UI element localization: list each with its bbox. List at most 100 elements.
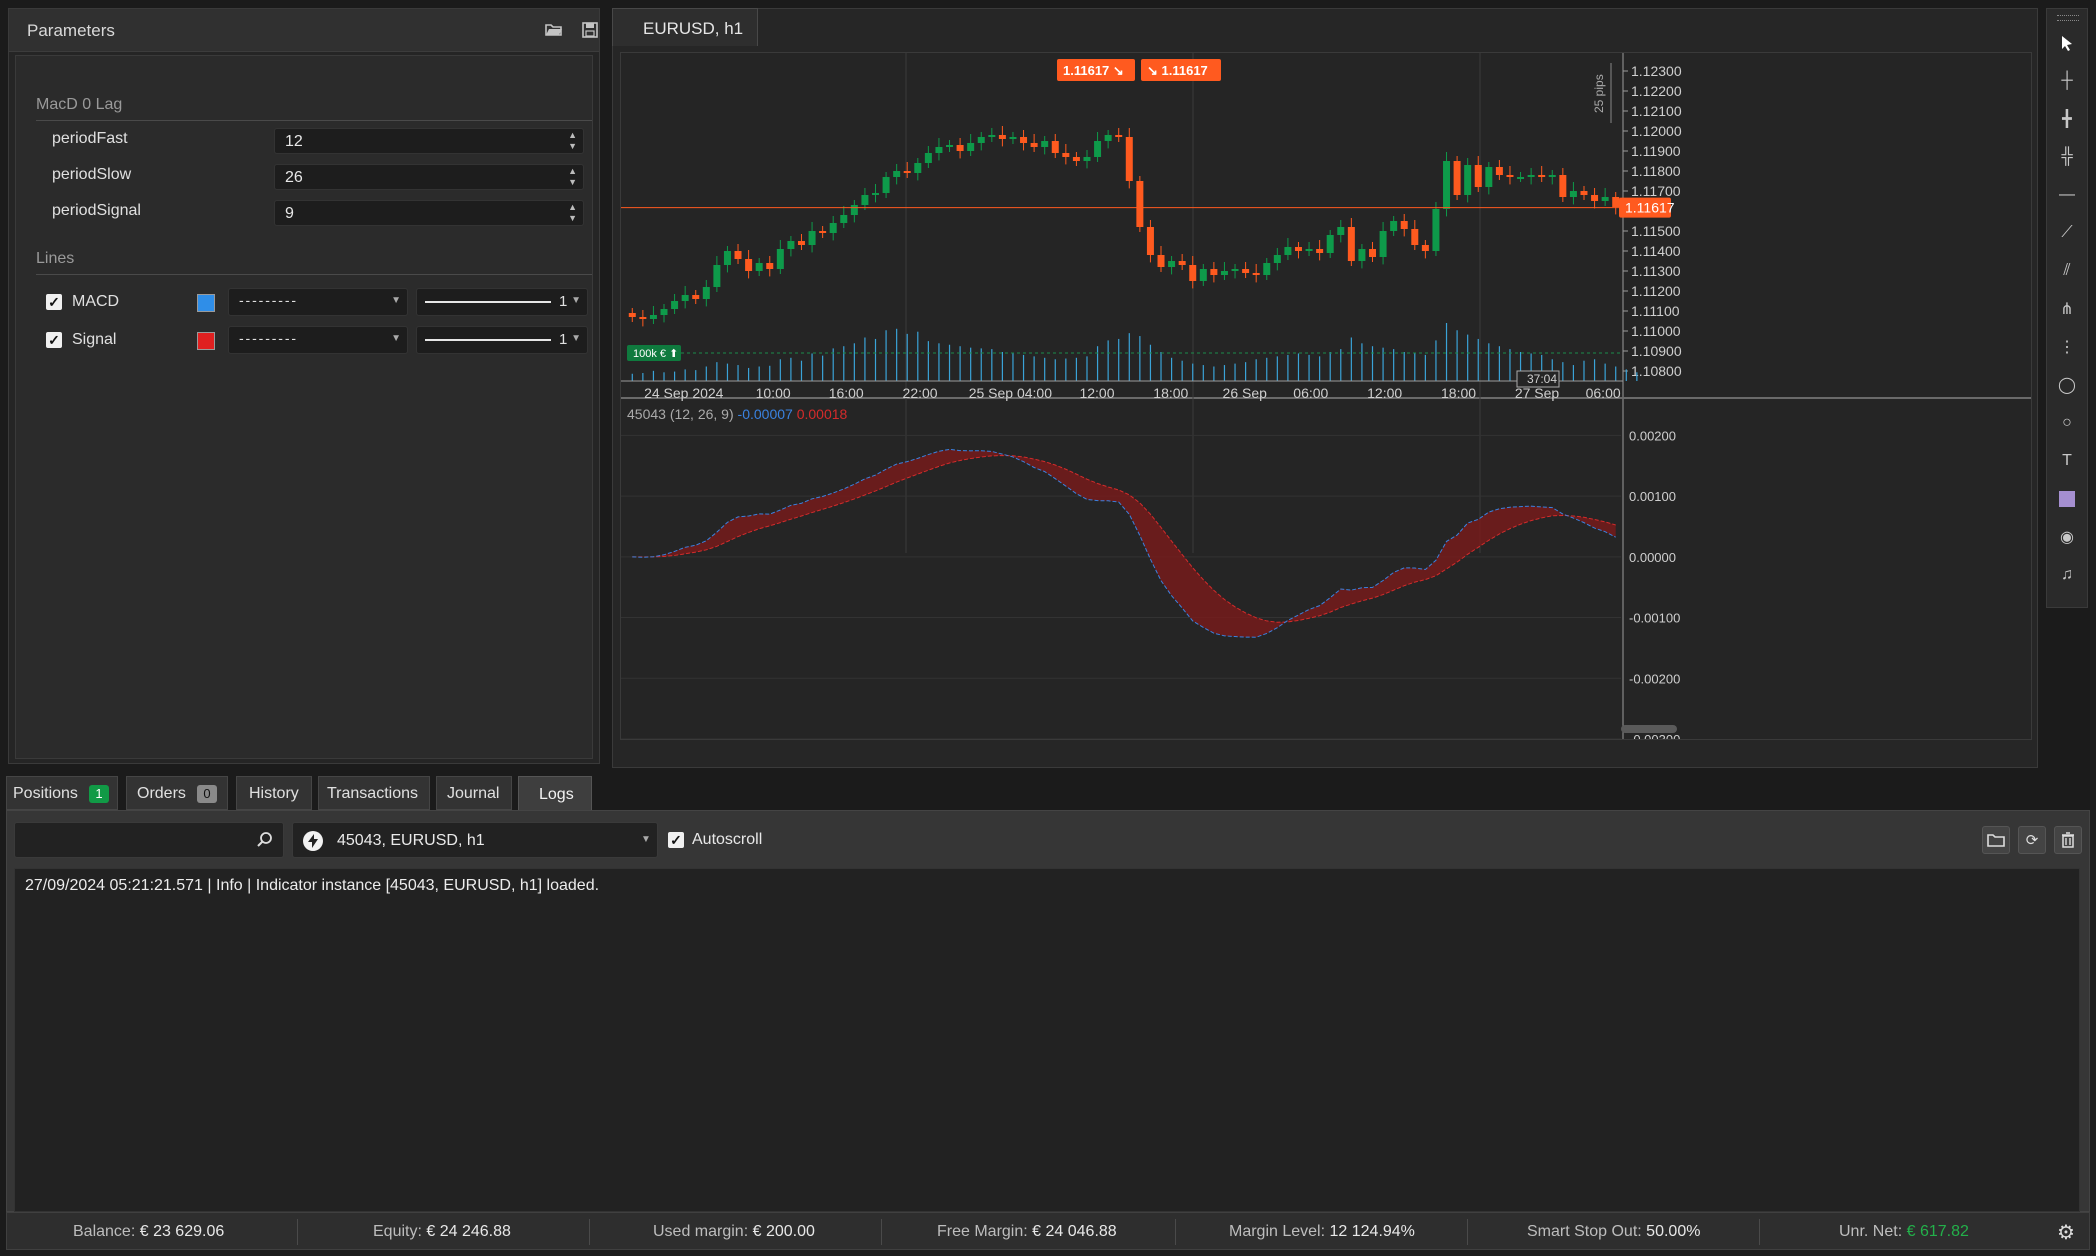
- log-source-select[interactable]: 45043, EURUSD, h1 ▼: [292, 822, 658, 858]
- spinner-arrows-icon[interactable]: ▲ ▼: [568, 166, 577, 188]
- ellipse-icon[interactable]: ◯: [2053, 371, 2081, 399]
- horizontal-line-icon[interactable]: —: [2053, 181, 2081, 209]
- tab-transactions[interactable]: Transactions: [318, 776, 430, 810]
- measure-icon[interactable]: ╬: [2053, 143, 2081, 171]
- macd-thickness-dropdown[interactable]: 1 ▼: [416, 288, 588, 316]
- candle-body: [1030, 143, 1038, 147]
- time-tick-label: 12:00: [1367, 385, 1402, 401]
- tab-history[interactable]: History: [236, 776, 312, 810]
- cursor-icon[interactable]: [2053, 29, 2081, 57]
- candle-body: [1464, 165, 1472, 195]
- tab-logs[interactable]: Logs: [518, 776, 592, 812]
- spinner-arrows-icon[interactable]: ▲ ▼: [568, 202, 577, 224]
- candle-body: [1273, 255, 1281, 263]
- candle-body: [1369, 249, 1376, 257]
- status-free-margin: Free Margin: € 24 046.88: [937, 1223, 1117, 1240]
- macd-thickness-value: 1: [559, 293, 568, 310]
- pitchfork-icon[interactable]: ⋔: [2053, 295, 2081, 323]
- candle-body: [649, 315, 657, 319]
- candle-body: [1242, 269, 1250, 273]
- log-list: 27/09/2024 05:21:21.571 | Info | Indicat…: [14, 868, 2080, 1212]
- camera-icon[interactable]: ◉: [2053, 523, 2081, 551]
- circle-icon[interactable]: ○: [2053, 409, 2081, 437]
- candle-body: [639, 317, 647, 319]
- period-fast-input[interactable]: 12 ▲ ▼: [274, 128, 584, 154]
- log-entry: 27/09/2024 05:21:21.571 | Info | Indicat…: [25, 877, 600, 894]
- trash-icon[interactable]: [2054, 826, 2082, 854]
- chevron-down-icon: ▼: [571, 333, 581, 344]
- log-source-value: 45043, EURUSD, h1: [337, 832, 485, 849]
- search-icon[interactable]: [255, 830, 275, 850]
- macd-color-swatch[interactable]: [197, 294, 215, 312]
- macd-tick-label: -0.00300: [1629, 732, 1680, 739]
- candle-body: [967, 143, 975, 151]
- autoscroll-checkbox[interactable]: ✓: [668, 832, 684, 848]
- divider: [1467, 1219, 1468, 1245]
- price-tick-label: 1.11900: [1631, 143, 1681, 159]
- tab-orders[interactable]: Orders 0: [126, 776, 228, 810]
- signal-checkbox[interactable]: ✓: [46, 332, 62, 348]
- price-tick-label: 1.12000: [1631, 123, 1682, 139]
- chevron-down-icon: ▼: [641, 834, 651, 845]
- candle-body: [1094, 141, 1102, 157]
- candle-body: [1400, 221, 1408, 229]
- tab-positions[interactable]: Positions 1: [6, 776, 118, 810]
- candle-body: [1041, 141, 1049, 147]
- macd-tick-label: -0.00200: [1629, 671, 1680, 686]
- macd-tick-label: 0.00100: [1629, 489, 1676, 504]
- refresh-icon[interactable]: ⟳: [2018, 826, 2046, 854]
- period-signal-input[interactable]: 9 ▲ ▼: [274, 200, 584, 226]
- chart-area[interactable]: 1.12300 1.12200 1.12100 1.12000 1.11900 1.118…: [620, 52, 2032, 740]
- macd-checkbox[interactable]: ✓: [46, 294, 62, 310]
- indicator-legend: 45043 (12, 26, 9) -0.00007 0.00018: [627, 406, 848, 422]
- signal-thickness-dropdown[interactable]: 1 ▼: [416, 326, 588, 354]
- macd-style-dropdown[interactable]: - - - - - - - - - ▼: [228, 288, 408, 316]
- log-search-input[interactable]: [14, 822, 284, 858]
- channel-icon[interactable]: ⫽: [2053, 257, 2081, 285]
- period-slow-input[interactable]: 26 ▲ ▼: [274, 164, 584, 190]
- candle-body: [1421, 245, 1429, 251]
- candle-body: [755, 263, 763, 271]
- parameters-body: MacD 0 Lag periodFast 12 ▲ ▼ periodSlow 2…: [15, 55, 593, 759]
- drawing-toolbar: ┼ ╋ ╬ — ⟋ ⫽ ⋔ ⋮ ◯ ○ T ◉ ♫: [2046, 8, 2088, 608]
- crosshair-icon[interactable]: ┼: [2053, 67, 2081, 95]
- candle-body: [1189, 265, 1197, 281]
- signal-color-swatch[interactable]: [197, 332, 215, 350]
- bell-icon[interactable]: ♫: [2053, 561, 2081, 589]
- trendline-icon[interactable]: ⟋: [2053, 219, 2081, 247]
- fibonacci-icon[interactable]: ⋮: [2053, 333, 2081, 361]
- candle-body: [840, 215, 848, 223]
- countdown-label: 37:04: [1527, 372, 1557, 386]
- folder-icon[interactable]: [1982, 826, 2010, 854]
- rectangle-icon[interactable]: [2053, 485, 2081, 513]
- status-unrealized-net: Unr. Net: € 617.82: [1839, 1223, 1969, 1240]
- spinner-arrows-icon[interactable]: ▲ ▼: [568, 130, 577, 152]
- tab-orders-label: Orders: [137, 785, 186, 802]
- candle-body: [1020, 137, 1028, 143]
- divider: [36, 274, 592, 275]
- settings-gear-icon[interactable]: ⚙: [2053, 1219, 2079, 1245]
- crosshair-dot-icon[interactable]: ╋: [2053, 105, 2081, 133]
- signal-style-dropdown[interactable]: - - - - - - - - - ▼: [228, 326, 408, 354]
- chart-tab[interactable]: EURUSD, h1: [612, 8, 758, 46]
- signal-style-value: - - - - - - - - -: [239, 330, 296, 346]
- drag-handle-icon[interactable]: [2057, 15, 2079, 21]
- status-balance: Balance: € 23 629.06: [73, 1223, 225, 1240]
- price-tick-label: 1.11000: [1631, 323, 1681, 339]
- text-tool-icon[interactable]: T: [2053, 447, 2081, 475]
- save-icon[interactable]: [577, 17, 603, 43]
- divider: [297, 1219, 298, 1245]
- candle-body: [1136, 181, 1144, 227]
- candlestick-chart[interactable]: 1.12300 1.12200 1.12100 1.12000 1.11900 1.118…: [621, 53, 2031, 739]
- volume-tag-label: 100k € ⬆: [633, 348, 678, 360]
- divider: [881, 1219, 882, 1245]
- section-title-lines: Lines: [36, 250, 75, 267]
- buy-price-label: ↘ 1.11617: [1147, 63, 1208, 78]
- candle-body: [1559, 175, 1567, 197]
- tab-journal[interactable]: Journal: [436, 776, 512, 810]
- candle-body: [861, 195, 869, 205]
- candle-body: [935, 147, 943, 153]
- candle-body: [1347, 227, 1355, 261]
- folder-open-icon[interactable]: [541, 17, 567, 43]
- candle-body: [1591, 195, 1599, 201]
